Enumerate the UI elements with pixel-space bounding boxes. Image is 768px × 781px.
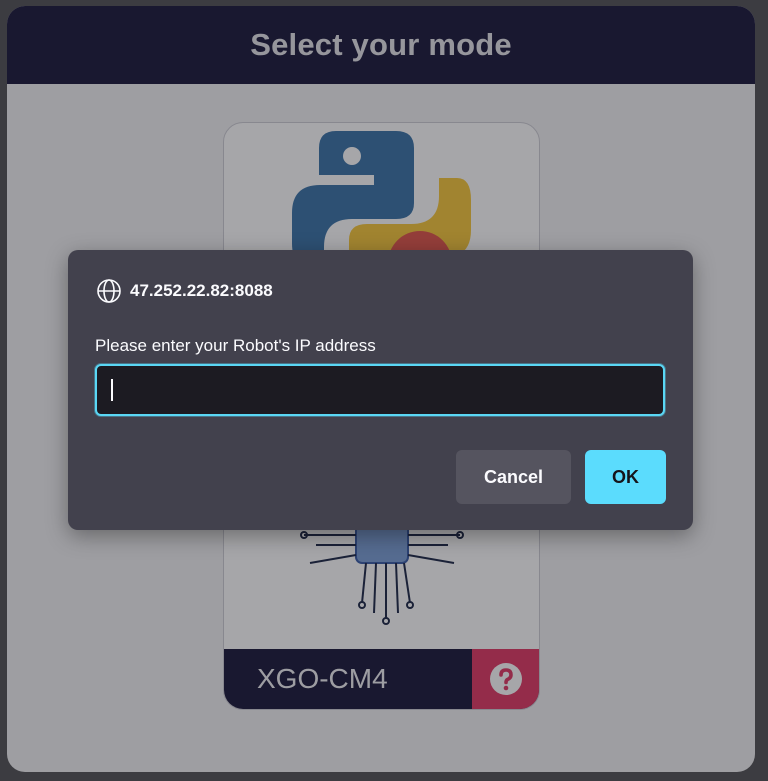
ip-address-input[interactable] [95,364,665,416]
dialog-prompt-text: Please enter your Robot's IP address [95,336,376,355]
ip-prompt-dialog: 47.252.22.82:8088 Please enter your Robo… [68,250,693,530]
text-caret [111,379,113,401]
origin-address: 47.252.22.82:8088 [130,281,273,300]
page: Select your mode XGO-CM4 47.252.22.82:80… [0,0,768,781]
ok-button[interactable]: OK [585,450,666,504]
cancel-button[interactable]: Cancel [456,450,571,504]
globe-icon [96,278,122,304]
dialog-origin: 47.252.22.82:8088 [96,278,273,304]
